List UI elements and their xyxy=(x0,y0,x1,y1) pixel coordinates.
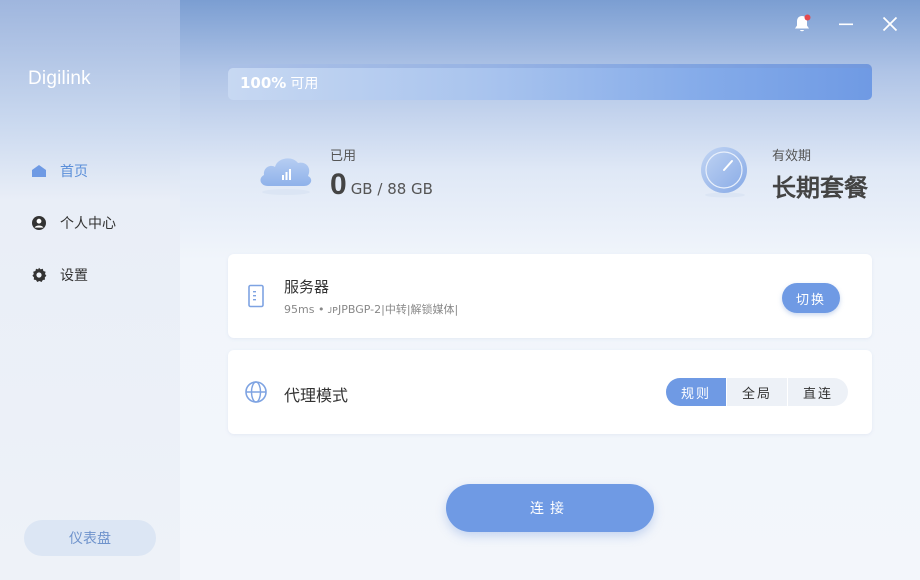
sidebar-item-label: 个人中心 xyxy=(60,216,116,232)
used-stat: 已用 0 GB / 88 GB xyxy=(256,145,433,202)
brand-logo: Digilink xyxy=(28,68,91,89)
server-title: 服务器 xyxy=(284,278,330,296)
proxy-mode-title: 代理模式 xyxy=(284,386,349,405)
usage-text: 100% 可用 xyxy=(240,73,318,93)
notification-button[interactable] xyxy=(790,14,814,38)
close-button[interactable] xyxy=(878,14,902,38)
app-window: Digilink 首页 个人中心 设置 仪表盘 100% 可用 已用 0 GB … xyxy=(0,0,920,580)
used-value: 0 xyxy=(330,168,347,201)
connect-button[interactable]: 连接 xyxy=(446,484,654,532)
usage-percent: 100% xyxy=(240,74,287,92)
sidebar-item-home[interactable]: 首页 xyxy=(0,145,180,197)
sidebar-nav: 首页 个人中心 设置 xyxy=(0,145,180,301)
cloud-icon xyxy=(256,148,316,200)
home-icon xyxy=(30,162,48,180)
validity-stat: 有效期 长期套餐 xyxy=(698,145,868,203)
mode-rule-button[interactable]: 规则 xyxy=(666,378,726,406)
validity-label: 有效期 xyxy=(772,149,812,164)
used-unit: GB / 88 GB xyxy=(350,180,433,198)
usage-suffix: 可用 xyxy=(290,76,319,92)
switch-server-button[interactable]: 切换 xyxy=(782,283,840,313)
sidebar-item-settings[interactable]: 设置 xyxy=(0,249,180,301)
used-label: 已用 xyxy=(330,149,357,164)
minimize-button[interactable] xyxy=(834,14,858,38)
bell-icon xyxy=(792,14,812,38)
server-icon xyxy=(244,282,268,310)
proxy-mode-selector: 规则 全局 直连 xyxy=(666,378,848,406)
clock-icon xyxy=(698,145,752,203)
sidebar-item-label: 首页 xyxy=(60,164,88,180)
proxy-mode-card: 代理模式 规则 全局 直连 xyxy=(228,350,872,434)
close-icon xyxy=(882,16,898,36)
sidebar: Digilink 首页 个人中心 设置 仪表盘 xyxy=(0,0,180,580)
dashboard-button[interactable]: 仪表盘 xyxy=(24,520,156,556)
main-panel: 100% 可用 已用 0 GB / 88 GB 有效期 长期套餐 服务器 95m… xyxy=(180,0,920,580)
sidebar-item-label: 设置 xyxy=(60,268,88,284)
sidebar-item-profile[interactable]: 个人中心 xyxy=(0,197,180,249)
server-card: 服务器 95ms • ᴊᴘJPBGP-2|中转|解锁媒体| 切换 xyxy=(228,254,872,338)
globe-icon xyxy=(244,378,268,406)
server-detail: 95ms • ᴊᴘJPBGP-2|中转|解锁媒体| xyxy=(284,303,459,316)
mode-global-button[interactable]: 全局 xyxy=(726,378,787,406)
gear-icon xyxy=(30,266,48,284)
minimize-icon xyxy=(838,16,854,36)
validity-value: 长期套餐 xyxy=(772,174,868,202)
user-icon xyxy=(30,214,48,232)
mode-direct-button[interactable]: 直连 xyxy=(787,378,848,406)
usage-progress-bar: 100% 可用 xyxy=(228,64,872,100)
